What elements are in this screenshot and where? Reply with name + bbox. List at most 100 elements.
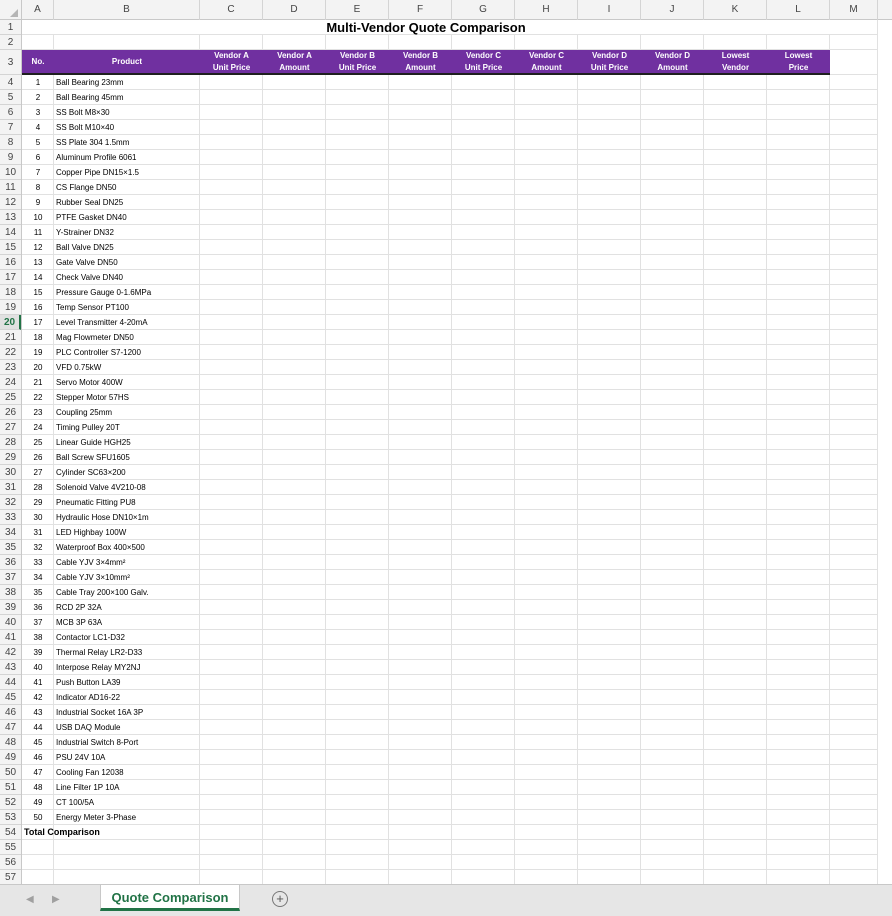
- row-header[interactable]: 53: [0, 810, 21, 825]
- row-header[interactable]: 36: [0, 555, 21, 570]
- item-number-cell[interactable]: 24: [22, 420, 54, 435]
- row-header[interactable]: 18: [0, 285, 21, 300]
- product-cell[interactable]: Ball Bearing 23mm: [54, 75, 200, 90]
- row-header[interactable]: 34: [0, 525, 21, 540]
- item-number-cell[interactable]: 42: [22, 690, 54, 705]
- header-cell[interactable]: Vendor B Unit Price: [326, 50, 389, 73]
- item-number-cell[interactable]: 48: [22, 780, 54, 795]
- product-cell[interactable]: Waterproof Box 400×500: [54, 540, 200, 555]
- item-number-cell[interactable]: 20: [22, 360, 54, 375]
- row-header[interactable]: 13: [0, 210, 21, 225]
- header-cell[interactable]: Lowest Vendor: [704, 50, 767, 73]
- product-cell[interactable]: Aluminum Profile 6061: [54, 150, 200, 165]
- header-cell[interactable]: Vendor B Amount: [389, 50, 452, 73]
- item-number-cell[interactable]: 47: [22, 765, 54, 780]
- sheet-tab-quote-comparison[interactable]: Quote Comparison: [100, 885, 240, 911]
- row-header[interactable]: 21: [0, 330, 21, 345]
- row-header[interactable]: 8: [0, 135, 21, 150]
- row-header[interactable]: 46: [0, 705, 21, 720]
- row-header[interactable]: 54: [0, 825, 21, 840]
- row-header[interactable]: 28: [0, 435, 21, 450]
- product-cell[interactable]: Linear Guide HGH25: [54, 435, 200, 450]
- item-number-cell[interactable]: 23: [22, 405, 54, 420]
- row-header[interactable]: 9: [0, 150, 21, 165]
- item-number-cell[interactable]: 43: [22, 705, 54, 720]
- row-header[interactable]: 50: [0, 765, 21, 780]
- row-header[interactable]: 3: [0, 50, 21, 75]
- column-header-d[interactable]: D: [263, 0, 326, 20]
- row-header[interactable]: 11: [0, 180, 21, 195]
- product-cell[interactable]: USB DAQ Module: [54, 720, 200, 735]
- product-cell[interactable]: Timing Pulley 20T: [54, 420, 200, 435]
- header-cell[interactable]: Vendor C Amount: [515, 50, 578, 73]
- product-cell[interactable]: CS Flange DN50: [54, 180, 200, 195]
- header-cell[interactable]: Vendor A Unit Price: [200, 50, 263, 73]
- row-header[interactable]: 44: [0, 675, 21, 690]
- header-cell[interactable]: Vendor C Unit Price: [452, 50, 515, 73]
- row-header[interactable]: 1: [0, 20, 21, 35]
- header-cell[interactable]: Product: [54, 50, 200, 73]
- item-number-cell[interactable]: 36: [22, 600, 54, 615]
- product-cell[interactable]: Coupling 25mm: [54, 405, 200, 420]
- item-number-cell[interactable]: 46: [22, 750, 54, 765]
- row-header[interactable]: 12: [0, 195, 21, 210]
- product-cell[interactable]: SS Bolt M10×40: [54, 120, 200, 135]
- row-header[interactable]: 40: [0, 615, 21, 630]
- product-cell[interactable]: SS Bolt M8×30: [54, 105, 200, 120]
- row-header[interactable]: 43: [0, 660, 21, 675]
- row-header[interactable]: 4: [0, 75, 21, 90]
- column-header-k[interactable]: K: [704, 0, 767, 20]
- row-header[interactable]: 5: [0, 90, 21, 105]
- row-header[interactable]: 30: [0, 465, 21, 480]
- item-number-cell[interactable]: 6: [22, 150, 54, 165]
- row-header[interactable]: 10: [0, 165, 21, 180]
- product-cell[interactable]: Y-Strainer DN32: [54, 225, 200, 240]
- item-number-cell[interactable]: 33: [22, 555, 54, 570]
- total-comparison-label[interactable]: Total Comparison: [24, 825, 100, 840]
- select-all-corner[interactable]: [0, 0, 22, 20]
- product-cell[interactable]: Pressure Gauge 0-1.6MPa: [54, 285, 200, 300]
- product-cell[interactable]: PLC Controller S7-1200: [54, 345, 200, 360]
- column-header-i[interactable]: I: [578, 0, 641, 20]
- row-header[interactable]: 35: [0, 540, 21, 555]
- product-cell[interactable]: MCB 3P 63A: [54, 615, 200, 630]
- item-number-cell[interactable]: 15: [22, 285, 54, 300]
- column-header-f[interactable]: F: [389, 0, 452, 20]
- product-cell[interactable]: Cable YJV 3×10mm²: [54, 570, 200, 585]
- row-header[interactable]: 48: [0, 735, 21, 750]
- product-cell[interactable]: Ball Screw SFU1605: [54, 450, 200, 465]
- header-cell[interactable]: Lowest Price: [767, 50, 830, 73]
- product-cell[interactable]: Mag Flowmeter DN50: [54, 330, 200, 345]
- product-cell[interactable]: PSU 24V 10A: [54, 750, 200, 765]
- cell-area[interactable]: Multi-Vendor Quote Comparison No. Product V…: [22, 20, 878, 884]
- column-header-c[interactable]: C: [200, 0, 263, 20]
- product-cell[interactable]: Stepper Motor 57HS: [54, 390, 200, 405]
- row-header[interactable]: 6: [0, 105, 21, 120]
- item-number-cell[interactable]: 8: [22, 180, 54, 195]
- column-header-a[interactable]: A: [22, 0, 54, 20]
- product-cell[interactable]: Thermal Relay LR2-D33: [54, 645, 200, 660]
- row-header[interactable]: 52: [0, 795, 21, 810]
- row-header[interactable]: 2: [0, 35, 21, 50]
- item-number-cell[interactable]: 21: [22, 375, 54, 390]
- product-cell[interactable]: Level Transmitter 4-20mA: [54, 315, 200, 330]
- product-cell[interactable]: Ball Valve DN25: [54, 240, 200, 255]
- column-header-b[interactable]: B: [54, 0, 200, 20]
- item-number-cell[interactable]: 30: [22, 510, 54, 525]
- item-number-cell[interactable]: 10: [22, 210, 54, 225]
- row-header[interactable]: 31: [0, 480, 21, 495]
- row-header[interactable]: 47: [0, 720, 21, 735]
- item-number-cell[interactable]: 12: [22, 240, 54, 255]
- item-number-cell[interactable]: 5: [22, 135, 54, 150]
- column-header-l[interactable]: L: [767, 0, 830, 20]
- row-header[interactable]: 17: [0, 270, 21, 285]
- row-header[interactable]: 56: [0, 855, 21, 870]
- item-number-cell[interactable]: 50: [22, 810, 54, 825]
- item-number-cell[interactable]: 41: [22, 675, 54, 690]
- row-header[interactable]: 25: [0, 390, 21, 405]
- row-header[interactable]: 19: [0, 300, 21, 315]
- product-cell[interactable]: Rubber Seal DN25: [54, 195, 200, 210]
- sheet-title[interactable]: Multi-Vendor Quote Comparison: [22, 20, 830, 35]
- item-number-cell[interactable]: 38: [22, 630, 54, 645]
- item-number-cell[interactable]: 39: [22, 645, 54, 660]
